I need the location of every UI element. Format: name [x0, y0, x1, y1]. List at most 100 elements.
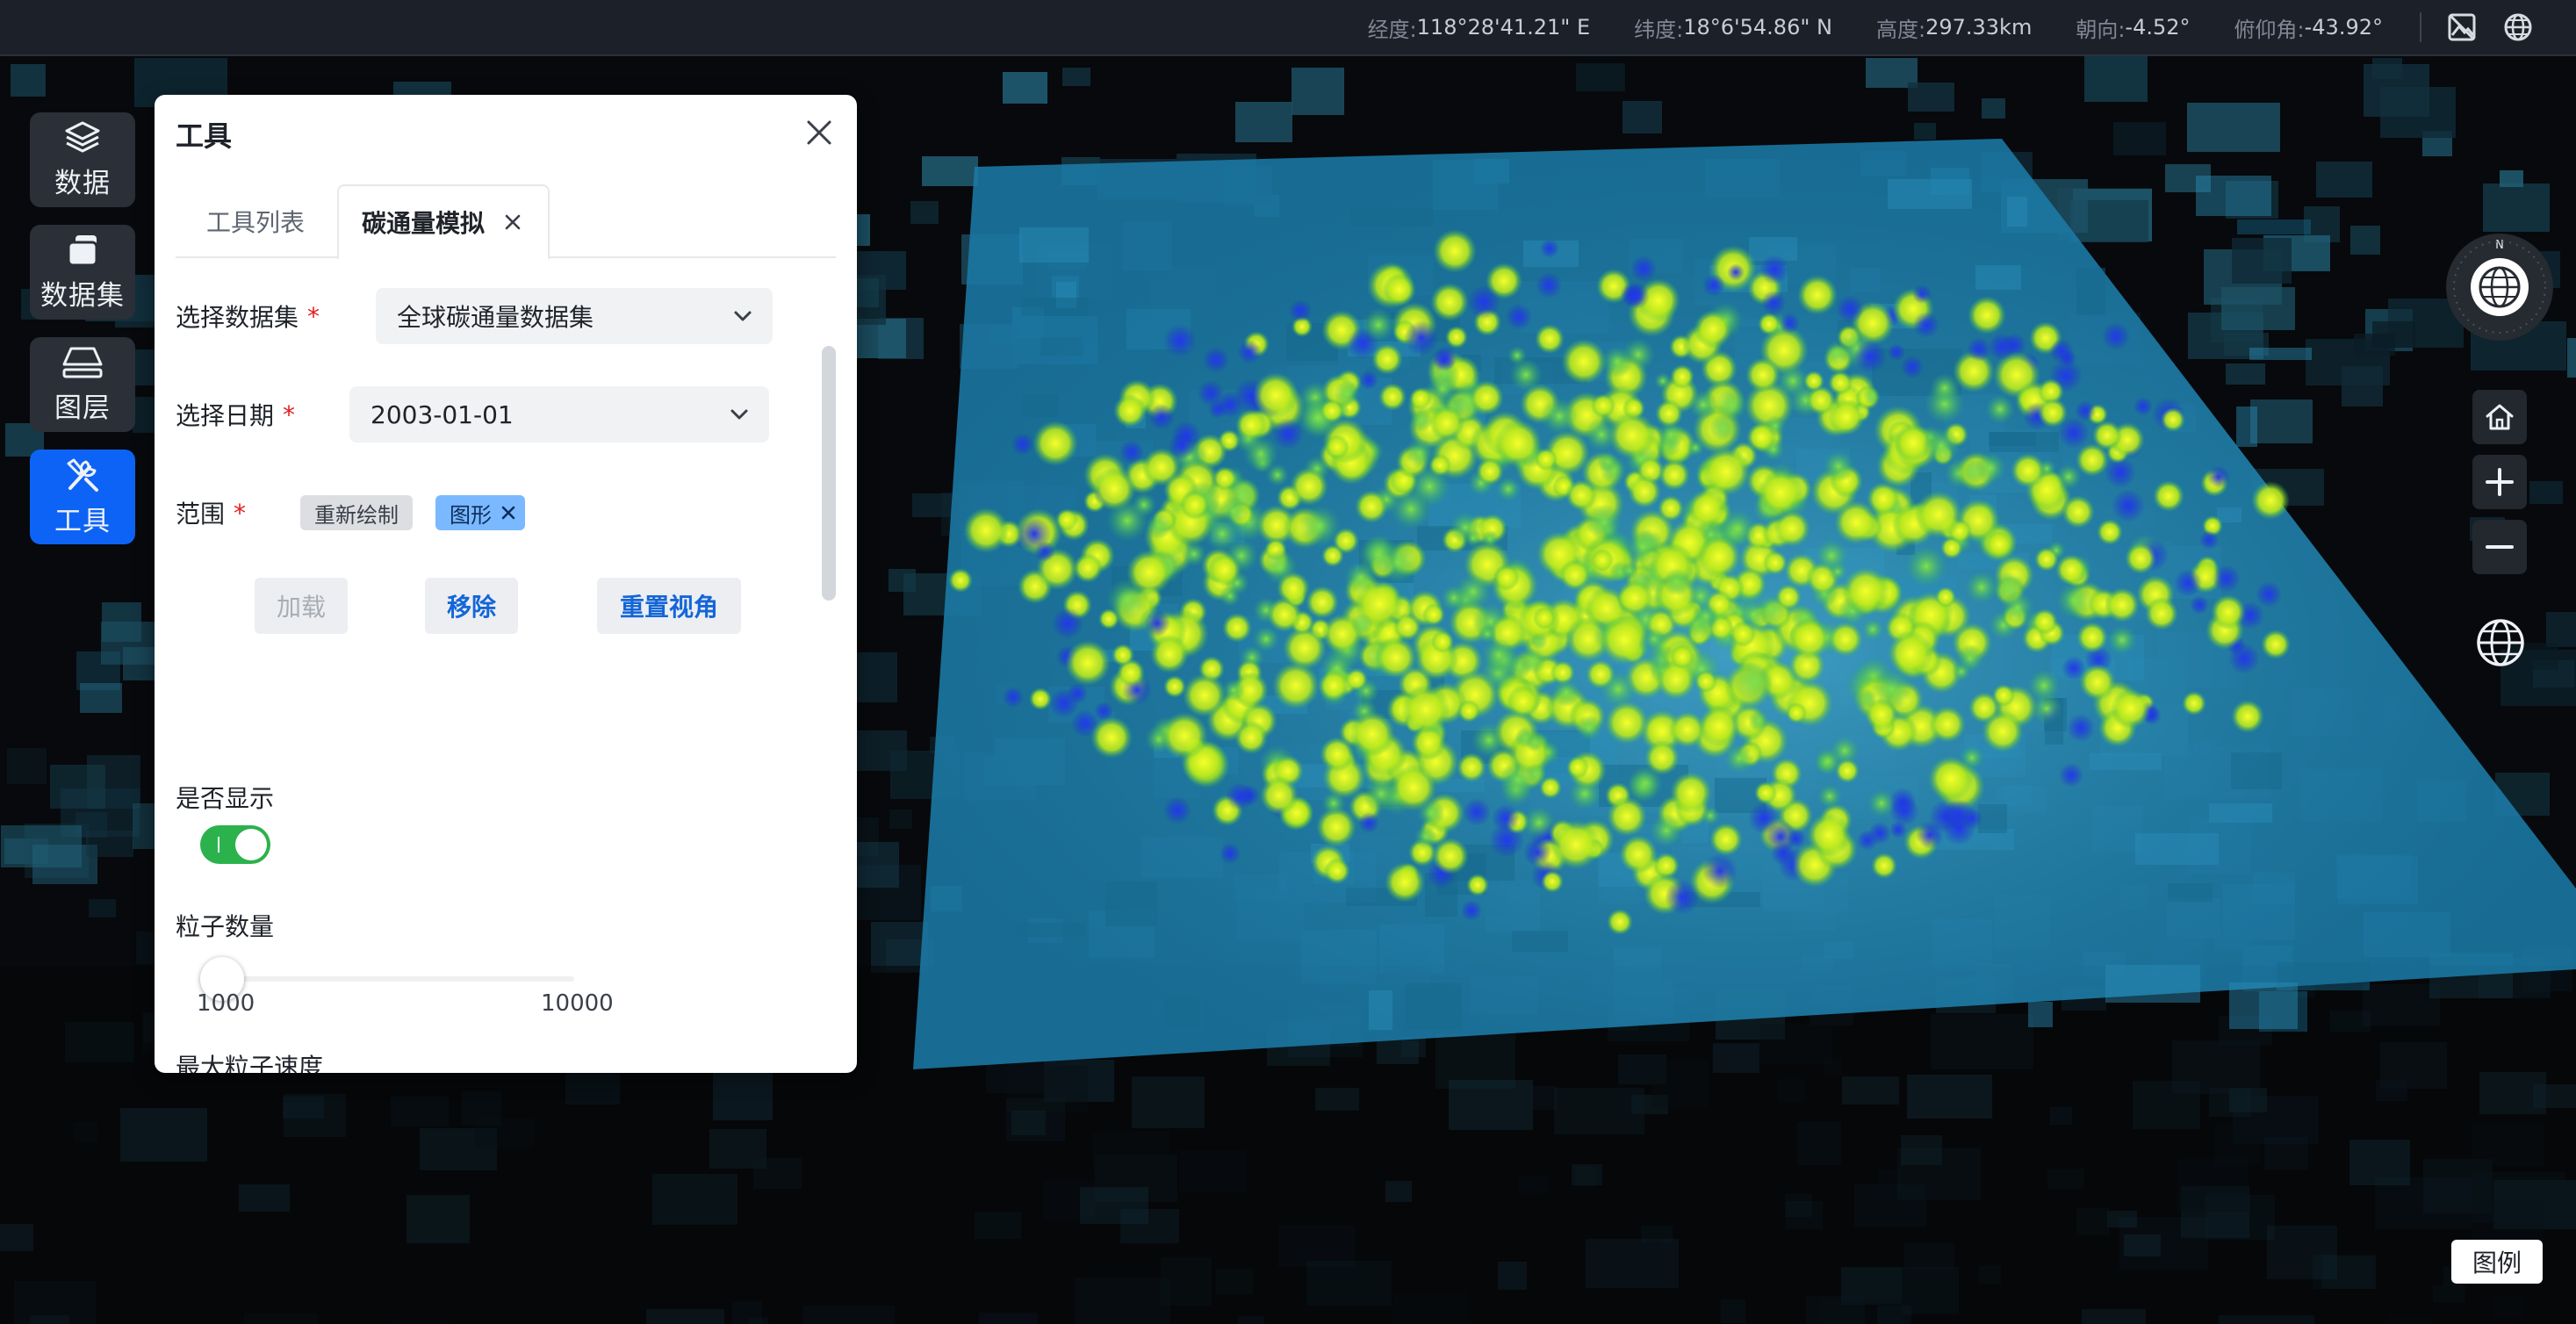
- flux-particle: [1325, 435, 1349, 459]
- flux-particle: [1445, 326, 1468, 349]
- nav-tools-button[interactable]: 工具: [30, 450, 135, 544]
- flux-particle: [2102, 322, 2130, 350]
- tab-carbon-flux[interactable]: 碳通量模拟: [337, 184, 550, 260]
- nav-dataset-button[interactable]: 数据集: [30, 225, 135, 320]
- required-mark: *: [307, 301, 320, 331]
- close-icon: [807, 120, 831, 145]
- terrain-pixel: [11, 64, 46, 97]
- dataset-select[interactable]: 全球碳通量数据集: [376, 288, 773, 344]
- visibility-toggle[interactable]: [200, 825, 270, 864]
- remove-button[interactable]: 移除: [425, 578, 518, 634]
- surface-patch: [2076, 268, 2105, 315]
- flux-particle: [1378, 383, 1407, 411]
- flux-particle: [1597, 451, 1618, 472]
- flux-particle: [1988, 333, 2016, 361]
- surface-patch: [1512, 931, 1568, 952]
- terrain-pixel: [1982, 98, 2005, 119]
- surface-patch: [1975, 265, 2021, 290]
- height-label: 高度:: [1875, 17, 1926, 42]
- flux-particle: [1853, 340, 1887, 373]
- terrain-pixel: [1003, 72, 1047, 104]
- panel-body[interactable]: 选择数据集 * 全球碳通量数据集 选择日期 * 2003-01-01 范围 * …: [155, 258, 857, 1073]
- flux-particle: [1431, 630, 1454, 653]
- nav-data-button[interactable]: 数据: [30, 112, 135, 207]
- dataset-field: 选择数据集 *: [176, 297, 320, 335]
- compass-globe[interactable]: [2471, 258, 2529, 316]
- compass[interactable]: N: [2446, 234, 2553, 341]
- terrain-pixel: [50, 765, 105, 809]
- flux-particle: [1467, 285, 1500, 319]
- flux-particle: [1655, 399, 1683, 428]
- shape-tag[interactable]: 图形: [435, 495, 525, 530]
- flux-particle: [1106, 500, 1148, 542]
- flux-particle: [1715, 388, 1748, 421]
- flux-particle: [1797, 275, 1838, 315]
- flux-particle: [1481, 530, 1499, 548]
- home-button[interactable]: [2472, 390, 2527, 444]
- flux-particle: [1670, 644, 1695, 669]
- redraw-button[interactable]: 重新绘制: [300, 495, 413, 530]
- nav-layer-button[interactable]: 图层: [30, 337, 135, 432]
- particle-count-track[interactable]: [205, 976, 574, 982]
- flux-particle: [1670, 772, 1712, 814]
- longitude-readout: 经度: 118°28'41.21" E: [1368, 12, 1591, 43]
- no-image-icon[interactable]: [2434, 0, 2490, 55]
- tab-close-icon[interactable]: [504, 213, 522, 231]
- terrain-pixel: [912, 493, 952, 517]
- flux-particle: [1148, 404, 1175, 430]
- flux-particle: [1324, 858, 1350, 884]
- surface-patch: [1405, 983, 1462, 1030]
- heading-value: -4.52°: [2125, 15, 2191, 40]
- flux-particle: [1253, 372, 1299, 418]
- flux-particle: [1928, 756, 1974, 802]
- flux-particle: [1494, 420, 1542, 467]
- range-label: 范围: [176, 500, 226, 529]
- flux-particle: [1967, 337, 1991, 362]
- date-select[interactable]: 2003-01-01: [349, 386, 769, 443]
- flux-particle: [2213, 565, 2241, 593]
- flux-particle: [1492, 804, 1520, 832]
- flux-particle: [1260, 776, 1299, 815]
- flux-particle: [1277, 572, 1310, 605]
- legend-button[interactable]: 图例: [2451, 1240, 2543, 1284]
- flux-particle: [1391, 489, 1431, 529]
- surface-patch: [1019, 227, 1089, 263]
- zoom-in-button[interactable]: [2472, 455, 2527, 509]
- panel-scrollbar[interactable]: [822, 346, 836, 601]
- flux-particle: [1410, 409, 1433, 432]
- terrain-pixel: [889, 810, 912, 829]
- load-button[interactable]: 加载: [255, 578, 348, 634]
- flux-particle: [1872, 669, 1912, 709]
- flux-particle: [1163, 796, 1191, 824]
- flux-particle: [1320, 399, 1344, 423]
- reset-view-button[interactable]: 重置视角: [597, 578, 741, 634]
- date-field: 选择日期 *: [176, 395, 295, 434]
- flux-particle: [1930, 373, 1960, 403]
- flux-particle: [1551, 820, 1601, 869]
- globe-view-button[interactable]: [2469, 611, 2532, 674]
- reset-view-label: 重置视角: [619, 593, 718, 622]
- flux-particle: [1220, 843, 1241, 864]
- flux-particle: [1659, 459, 1690, 491]
- heading-readout: 朝向: -4.52°: [2076, 12, 2190, 43]
- zoom-out-button[interactable]: [2472, 520, 2527, 574]
- flux-particle: [1401, 685, 1450, 734]
- flux-particle: [1621, 562, 1638, 579]
- tools-wrench-icon: [67, 458, 98, 492]
- tab-tool-list[interactable]: 工具列表: [176, 184, 335, 258]
- surface-patch: [2209, 803, 2272, 823]
- terrain-pixel: [86, 831, 133, 857]
- flux-particle: [1605, 701, 1649, 745]
- chevron-down-icon: [730, 409, 748, 420]
- flux-particle: [1112, 644, 1134, 666]
- flux-particle: [2001, 591, 2034, 624]
- terrain-pixel: [2187, 103, 2280, 152]
- flux-particle: [1493, 565, 1520, 591]
- globe-language-icon[interactable]: [2490, 0, 2546, 55]
- flux-particle: [1985, 394, 2015, 424]
- flux-particle: [1591, 393, 1615, 418]
- tag-close-icon[interactable]: [500, 505, 516, 521]
- longitude-label: 经度:: [1367, 17, 1417, 42]
- panel-close-button[interactable]: [799, 112, 839, 153]
- flux-particle: [1183, 673, 1227, 717]
